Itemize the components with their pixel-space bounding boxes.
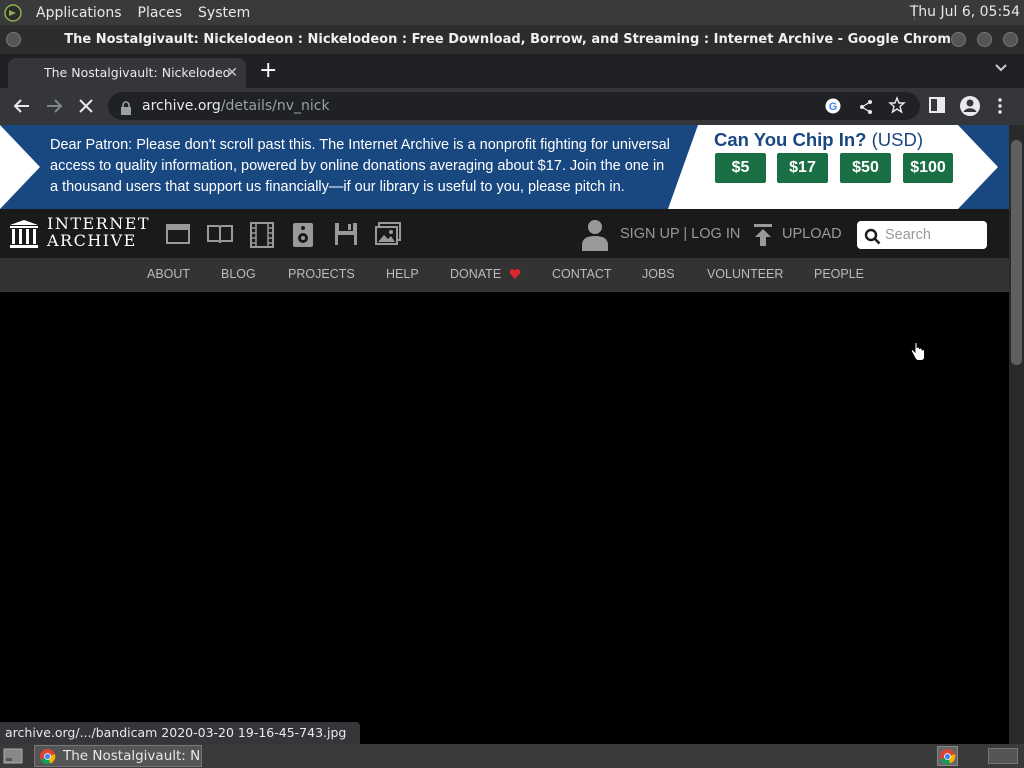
tab-title: The Nostalgivault: Nickelodeo [44,65,231,80]
signup-login-link[interactable]: SIGN UP | LOG IN [620,226,740,242]
taskbar-chrome-window-button[interactable]: The Nostalgivault: N... [34,745,202,767]
video-film-icon[interactable] [249,222,274,248]
profile-avatar-icon[interactable] [959,95,981,122]
software-floppy-icon[interactable] [334,222,358,246]
images-icon[interactable] [375,222,401,246]
lock-icon[interactable] [120,98,132,126]
nav-about[interactable]: ABOUT [147,267,190,281]
stop-loading-icon[interactable] [76,96,96,121]
forward-arrow-icon[interactable] [44,96,64,121]
texts-book-icon[interactable] [207,222,233,246]
back-arrow-icon[interactable] [12,96,32,121]
window-close-button[interactable] [1003,32,1018,47]
web-icon[interactable] [166,222,190,246]
donate-50-button[interactable]: $50 [840,153,891,183]
chip-in-prompt: Can You Chip In? [714,129,867,150]
active-tab[interactable]: The Nostalgivault: Nickelodeo ✕ [8,58,246,88]
bookmark-star-icon[interactable] [888,96,906,124]
side-panel-icon[interactable] [929,97,945,118]
donate-100-button[interactable]: $100 [903,153,953,183]
menu-system[interactable]: System [190,5,258,21]
tab-search-chevron-icon[interactable] [994,62,1008,76]
nav-projects[interactable]: PROJECTS [288,267,355,281]
heart-icon [509,268,521,282]
nav-contact[interactable]: CONTACT [552,267,612,281]
menu-applications[interactable]: Applications [28,5,130,21]
top-panel: Applications Places System Thu Jul 6, 05… [0,0,1024,25]
nav-people[interactable]: PEOPLE [814,267,864,281]
scrollbar-thumb[interactable] [1011,140,1022,365]
workspace-switcher[interactable] [988,748,1018,764]
window-titlebar: The Nostalgivault: Nickelodeon : Nickelo… [0,25,1024,54]
audio-speaker-icon[interactable] [292,222,316,247]
address-bar[interactable]: archive.org/details/nv_nick G [108,92,920,120]
panel-clock[interactable]: Thu Jul 6, 05:54 [910,4,1020,20]
nav-donate[interactable]: DONATE [450,267,521,282]
hand-cursor-icon [910,342,926,366]
window-maximize-button[interactable] [977,32,992,47]
banner-chevron-left [0,125,40,209]
media-player-area[interactable] [0,292,1009,744]
nav-help[interactable]: HELP [386,267,419,281]
url-domain: archive.org [142,98,221,114]
donate-5-button[interactable]: $5 [715,153,766,183]
ia-logo-line1: INTERNET [47,214,151,233]
search-icon [864,227,881,255]
tray-chrome-icon[interactable] [937,746,958,766]
tab-close-icon[interactable]: ✕ [226,58,238,88]
ia-logo-line2: ARCHIVE [47,231,137,250]
search-placeholder: Search [885,227,931,243]
ia-logo-text[interactable]: INTERNET ARCHIVE [47,215,150,249]
nav-volunteer[interactable]: VOLUNTEER [707,267,783,281]
show-desktop-icon[interactable] [3,748,23,768]
nav-jobs[interactable]: JOBS [642,267,675,281]
distro-logo-icon[interactable] [4,3,22,22]
tab-strip: The Nostalgivault: Nickelodeo ✕ [0,54,1024,88]
upload-icon[interactable] [753,223,773,251]
nav-donate-label: DONATE [450,267,502,281]
ia-logo-icon[interactable] [9,219,39,253]
new-tab-button[interactable]: + [259,58,277,83]
window-title: The Nostalgivault: Nickelodeon : Nickelo… [64,32,960,47]
window-minimize-button[interactable] [951,32,966,47]
svg-text:G: G [829,101,838,113]
chip-in-currency: (USD) [871,129,923,150]
donation-banner: Dear Patron: Please don't scroll past th… [0,125,1009,209]
search-input[interactable]: Search [857,221,987,249]
google-lens-icon[interactable]: G [824,97,842,125]
donate-17-button[interactable]: $17 [777,153,828,183]
share-icon[interactable] [858,97,874,125]
link-status-bubble: archive.org/.../bandicam 2020-03-20 19-1… [0,722,361,744]
taskbar-task-title: The Nostalgivault: N... [63,748,202,764]
chrome-menu-icon[interactable] [996,97,1004,120]
chrome-logo-icon [39,748,56,766]
user-icon[interactable] [580,218,610,256]
nav-blog[interactable]: BLOG [221,267,256,281]
url-path: /details/nv_nick [220,98,330,114]
banner-message: Dear Patron: Please don't scroll past th… [50,137,670,195]
window-menu-button[interactable] [6,32,21,47]
chip-in-heading: Can You Chip In? (USD) [714,129,923,151]
menu-places[interactable]: Places [130,5,191,21]
upload-link[interactable]: UPLOAD [782,226,842,242]
